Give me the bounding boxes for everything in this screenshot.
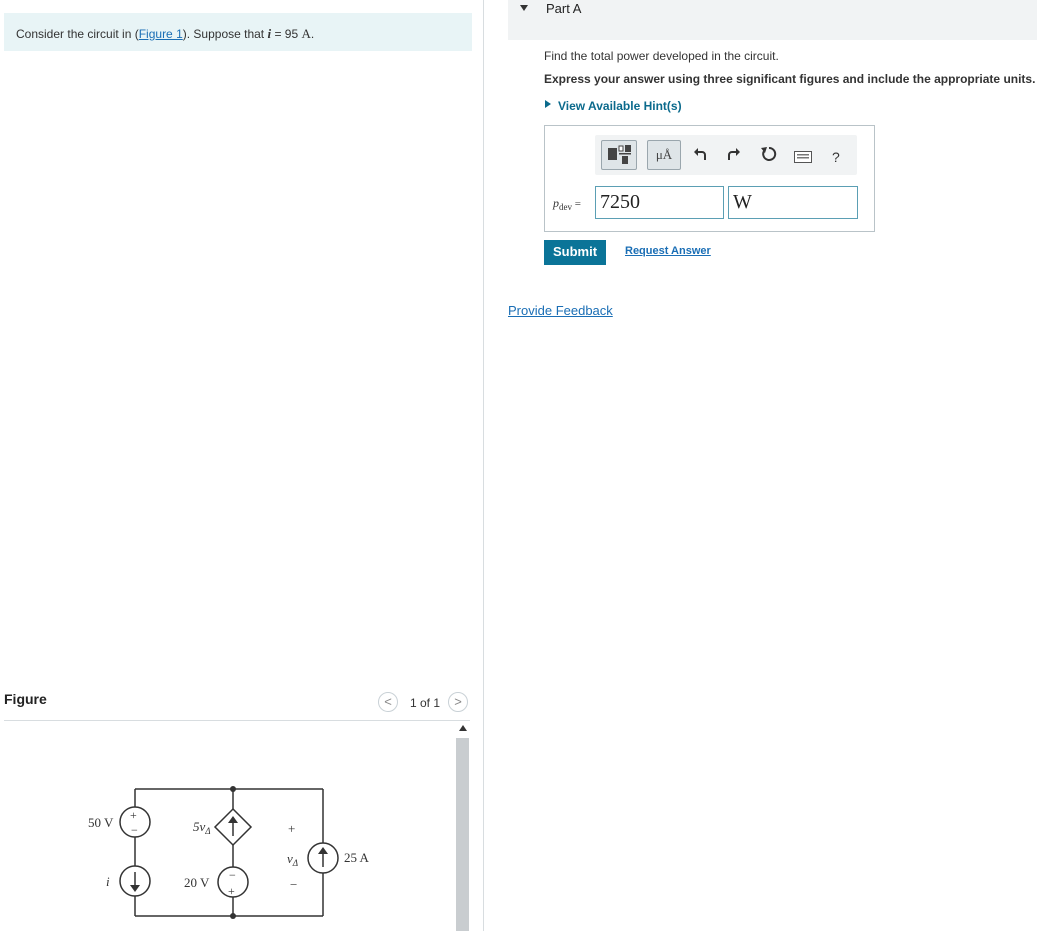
help-icon[interactable]: ? <box>832 149 840 165</box>
figure-pager: 1 of 1 <box>410 696 441 710</box>
svg-text:+: + <box>228 884 235 898</box>
svg-text:i: i <box>106 874 110 889</box>
part-a-header[interactable] <box>508 0 1037 40</box>
svg-text:vΔ: vΔ <box>287 851 298 868</box>
instruction-text: Express your answer using three signific… <box>544 72 1036 86</box>
answer-unit-input[interactable]: W <box>728 186 858 219</box>
figure-divider <box>4 720 470 721</box>
answer-label: pdev = <box>553 196 581 213</box>
svg-text:+: + <box>130 808 137 822</box>
voltage-label-vdelta: + vΔ − <box>287 821 298 892</box>
svg-text:5vΔ: 5vΔ <box>193 819 211 836</box>
figure-scrollbar[interactable] <box>456 738 469 931</box>
svg-text:25 A: 25 A <box>344 850 370 865</box>
question-text: Find the total power developed in the ci… <box>544 49 779 63</box>
redo-icon[interactable] <box>727 148 741 166</box>
figure-heading: Figure <box>4 691 47 707</box>
collapse-caret-icon[interactable] <box>520 5 528 11</box>
svg-text:−: − <box>131 823 138 837</box>
reset-icon[interactable] <box>761 146 777 166</box>
templates-icon <box>608 145 631 164</box>
figure-link[interactable]: Figure 1 <box>139 27 183 41</box>
scroll-up-arrow-icon[interactable] <box>459 725 467 731</box>
dependent-current-source: 5vΔ <box>193 807 253 847</box>
keyboard-icon[interactable] <box>794 150 812 167</box>
part-a-title[interactable]: Part A <box>546 1 581 16</box>
circuit-diagram: + − 50 V i 5vΔ − + 20 V + vΔ − 25 A <box>88 786 370 919</box>
units-button[interactable]: μÅ <box>647 140 681 170</box>
previous-figure-button[interactable]: < <box>378 692 398 712</box>
voltage-source-20v: − + 20 V <box>184 866 249 898</box>
svg-text:+: + <box>288 821 295 836</box>
provide-feedback-link[interactable]: Provide Feedback <box>508 303 613 318</box>
submit-button[interactable]: Submit <box>544 240 606 265</box>
expand-caret-icon[interactable] <box>545 100 551 108</box>
templates-button[interactable] <box>601 140 637 170</box>
svg-text:20 V: 20 V <box>184 875 210 890</box>
request-answer-link[interactable]: Request Answer <box>625 245 711 257</box>
svg-text:−: − <box>229 868 236 882</box>
view-hints-link[interactable]: View Available Hint(s) <box>558 99 682 113</box>
svg-text:50 V: 50 V <box>88 815 114 830</box>
pane-divider <box>483 0 484 931</box>
next-figure-button[interactable]: > <box>448 692 468 712</box>
current-source-25a: 25 A <box>307 842 370 874</box>
undo-icon[interactable] <box>693 148 707 166</box>
voltage-source-50v: + − 50 V <box>88 806 151 838</box>
svg-text:−: − <box>290 877 297 892</box>
problem-statement: Consider the circuit in (Figure 1). Supp… <box>16 26 315 41</box>
answer-value-input[interactable]: 7250 <box>595 186 724 219</box>
current-source-i: i <box>106 865 151 897</box>
node-dot <box>230 913 236 919</box>
node-dot <box>230 786 236 792</box>
